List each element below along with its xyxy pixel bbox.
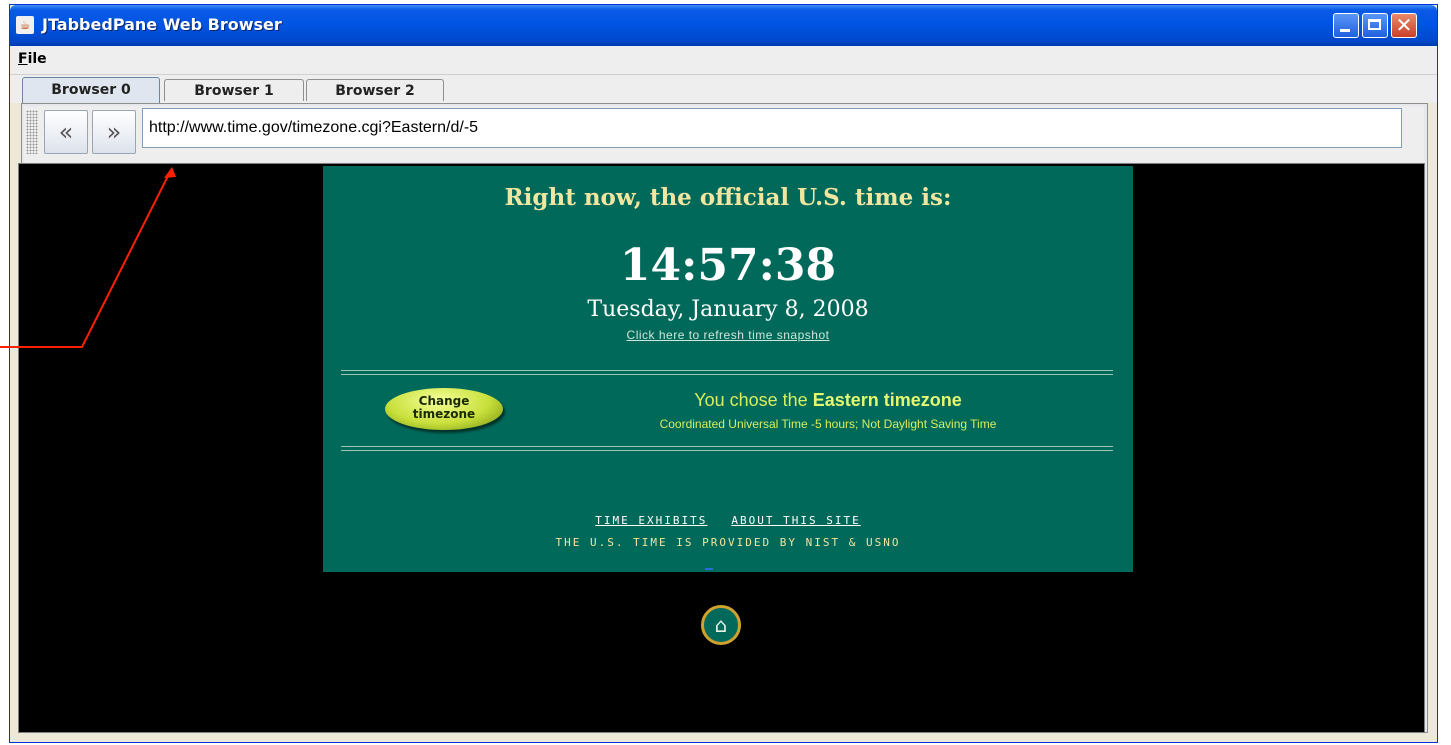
annotation-arrow-line bbox=[0, 171, 171, 348]
annotation-arrow-head bbox=[164, 167, 176, 178]
annotation-arrow bbox=[0, 167, 176, 348]
